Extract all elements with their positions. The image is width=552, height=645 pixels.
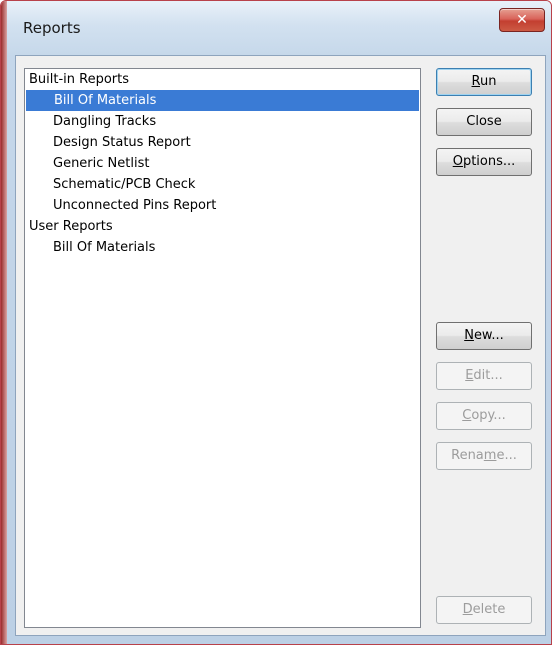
title-bar[interactable]: Reports ✕ xyxy=(7,1,551,55)
reports-dialog: Reports ✕ Built-in Reports Bill Of Mater… xyxy=(0,0,552,645)
mnemonic-letter: D xyxy=(462,602,473,617)
close-button[interactable]: Close xyxy=(436,108,532,136)
edit-button[interactable]: Edit... xyxy=(436,362,532,390)
user-report-item-bill-of-materials[interactable]: Bill Of Materials xyxy=(25,237,420,258)
copy-button[interactable]: Copy... xyxy=(436,402,532,430)
mnemonic-letter: N xyxy=(464,328,474,343)
mnemonic-letter: R xyxy=(471,74,480,89)
mnemonic-letter: O xyxy=(452,154,463,169)
group-header-user-reports[interactable]: User Reports xyxy=(25,216,420,237)
mnemonic-letter: C xyxy=(462,408,472,423)
options-button[interactable]: Options... xyxy=(436,148,532,176)
report-item-dangling-tracks[interactable]: Dangling Tracks xyxy=(25,111,420,132)
report-item-unconnected-pins-report[interactable]: Unconnected Pins Report xyxy=(25,195,420,216)
report-item-bill-of-materials[interactable]: Bill Of Materials xyxy=(26,90,419,111)
group-header-built-in[interactable]: Built-in Reports xyxy=(25,69,420,90)
mnemonic-letter: m xyxy=(483,448,497,463)
delete-button[interactable]: Delete xyxy=(436,596,532,624)
window-frame-edge xyxy=(1,1,7,644)
rename-button[interactable]: Rename... xyxy=(436,442,532,470)
report-item-generic-netlist[interactable]: Generic Netlist xyxy=(25,153,420,174)
new-button[interactable]: New... xyxy=(436,322,532,350)
report-item-design-status-report[interactable]: Design Status Report xyxy=(25,132,420,153)
report-item-schematic-pcb-check[interactable]: Schematic/PCB Check xyxy=(25,174,420,195)
dialog-title: Reports xyxy=(23,19,81,37)
dialog-body: Built-in Reports Bill Of Materials Dangl… xyxy=(15,55,546,636)
run-button[interactable]: Run xyxy=(436,68,532,96)
mnemonic-letter: E xyxy=(465,368,474,383)
close-icon: ✕ xyxy=(516,12,528,28)
close-window-button[interactable]: ✕ xyxy=(499,8,545,32)
reports-listbox[interactable]: Built-in Reports Bill Of Materials Dangl… xyxy=(24,68,421,628)
